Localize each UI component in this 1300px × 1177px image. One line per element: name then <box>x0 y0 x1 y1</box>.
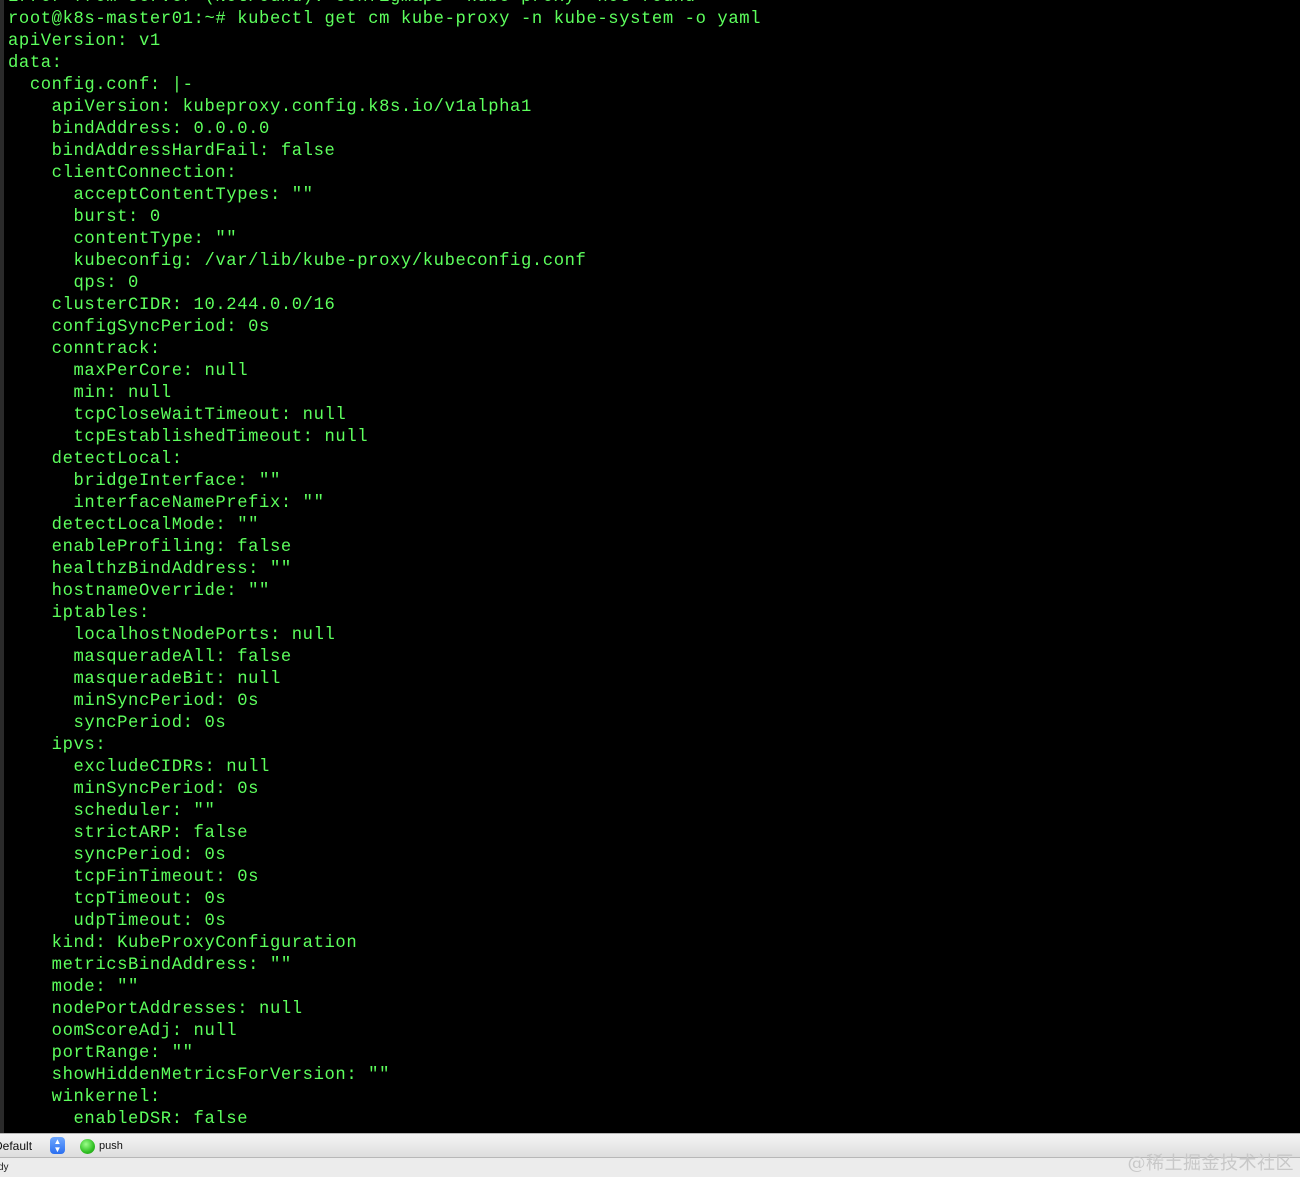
terminal-line: kubeconfig: /var/lib/kube-proxy/kubeconf… <box>8 252 587 271</box>
terminal-line: mode: "" <box>8 978 139 997</box>
terminal-line: masqueradeBit: null <box>8 670 281 689</box>
terminal-line: clientConnection: <box>8 164 238 183</box>
terminal-line: winkernel: <box>8 1088 161 1107</box>
push-label: push <box>99 1140 123 1152</box>
terminal-line: portRange: "" <box>8 1044 194 1063</box>
terminal-line: kind: KubeProxyConfiguration <box>8 934 358 953</box>
terminal-line: metricsBindAddress: "" <box>8 956 292 975</box>
terminal-line: qps: 0 <box>8 274 139 293</box>
terminal-line: tcpFinTimeout: 0s <box>8 868 260 887</box>
terminal-line: Error from server (NotFound): configmaps… <box>8 0 761 9</box>
terminal-line: tcpTimeout: 0s <box>8 890 227 909</box>
terminal-line: bindAddress: 0.0.0.0 <box>8 120 270 139</box>
session-toolbar: Default ▲▼ push <box>0 1133 1300 1158</box>
terminal-line: detectLocal: <box>8 450 183 469</box>
terminal-line: scheduler: "" <box>8 802 216 821</box>
terminal-border <box>0 0 4 1133</box>
terminal-output[interactable]: Error from server (NotFound): configmaps… <box>0 0 1300 1133</box>
terminal-line: syncPeriod: 0s <box>8 714 227 733</box>
terminal-line: enableDSR: false <box>8 1110 249 1129</box>
push-button[interactable]: push <box>80 1138 123 1154</box>
terminal-line: clusterCIDR: 10.244.0.0/16 <box>8 296 336 315</box>
terminal-line: apiVersion: kubeproxy.config.k8s.io/v1al… <box>8 98 532 117</box>
terminal-line: nodePortAddresses: null <box>8 1000 303 1019</box>
green-status-dot-icon <box>80 1138 95 1154</box>
terminal-line: enableProfiling: false <box>8 538 292 557</box>
terminal-line: detectLocalMode: "" <box>8 516 260 535</box>
status-bar: dy <box>0 1158 1300 1177</box>
terminal-line: udpTimeout: 0s <box>8 912 227 931</box>
terminal-line: configSyncPeriod: 0s <box>8 318 270 337</box>
terminal-line: showHiddenMetricsForVersion: "" <box>8 1066 390 1085</box>
watermark: @稀土掘金技术社区 <box>1127 1153 1294 1174</box>
terminal-line: oomScoreAdj: null <box>8 1022 238 1041</box>
profile-select-value: Default <box>0 1139 33 1153</box>
terminal-line: minSyncPeriod: 0s <box>8 692 260 711</box>
terminal-line: tcpEstablishedTimeout: null <box>8 428 369 447</box>
profile-select[interactable]: Default ▲▼ <box>0 1137 65 1155</box>
updown-chevron-icon: ▲ ▼ <box>50 1137 65 1154</box>
terminal-line: min: null <box>8 384 172 403</box>
terminal-line: interfaceNamePrefix: "" <box>8 494 325 513</box>
terminal-line: acceptContentTypes: "" <box>8 186 314 205</box>
terminal-line: bridgeInterface: "" <box>8 472 281 491</box>
terminal-line: excludeCIDRs: null <box>8 758 270 777</box>
terminal-line: conntrack: <box>8 340 161 359</box>
terminal-line: hostnameOverride: "" <box>8 582 270 601</box>
terminal-line: maxPerCore: null <box>8 362 249 381</box>
terminal-line: iptables: <box>8 604 150 623</box>
terminal-line: root@k8s-master01:~# kubectl get cm kube… <box>8 10 762 29</box>
terminal-line: syncPeriod: 0s <box>8 846 227 865</box>
terminal-line: contentType: "" <box>8 230 238 249</box>
terminal-line: healthzBindAddress: "" <box>8 560 292 579</box>
terminal-line: bindAddressHardFail: false <box>8 142 336 161</box>
terminal-line: burst: 0 <box>8 208 161 227</box>
terminal-line: config.conf: |- <box>8 76 194 95</box>
terminal-line: localhostNodePorts: null <box>8 626 336 645</box>
terminal-line: ipvs: <box>8 736 107 755</box>
terminal-lines: Error from server (NotFound): configmaps… <box>8 0 761 1131</box>
terminal-line: masqueradeAll: false <box>8 648 292 667</box>
terminal-line: data: <box>8 54 63 73</box>
terminal-line: minSyncPeriod: 0s <box>8 780 260 799</box>
terminal-line: apiVersion: v1 <box>8 32 161 51</box>
status-text: dy <box>0 1162 9 1173</box>
terminal-line: tcpCloseWaitTimeout: null <box>8 406 347 425</box>
terminal-line: strictARP: false <box>8 824 249 843</box>
